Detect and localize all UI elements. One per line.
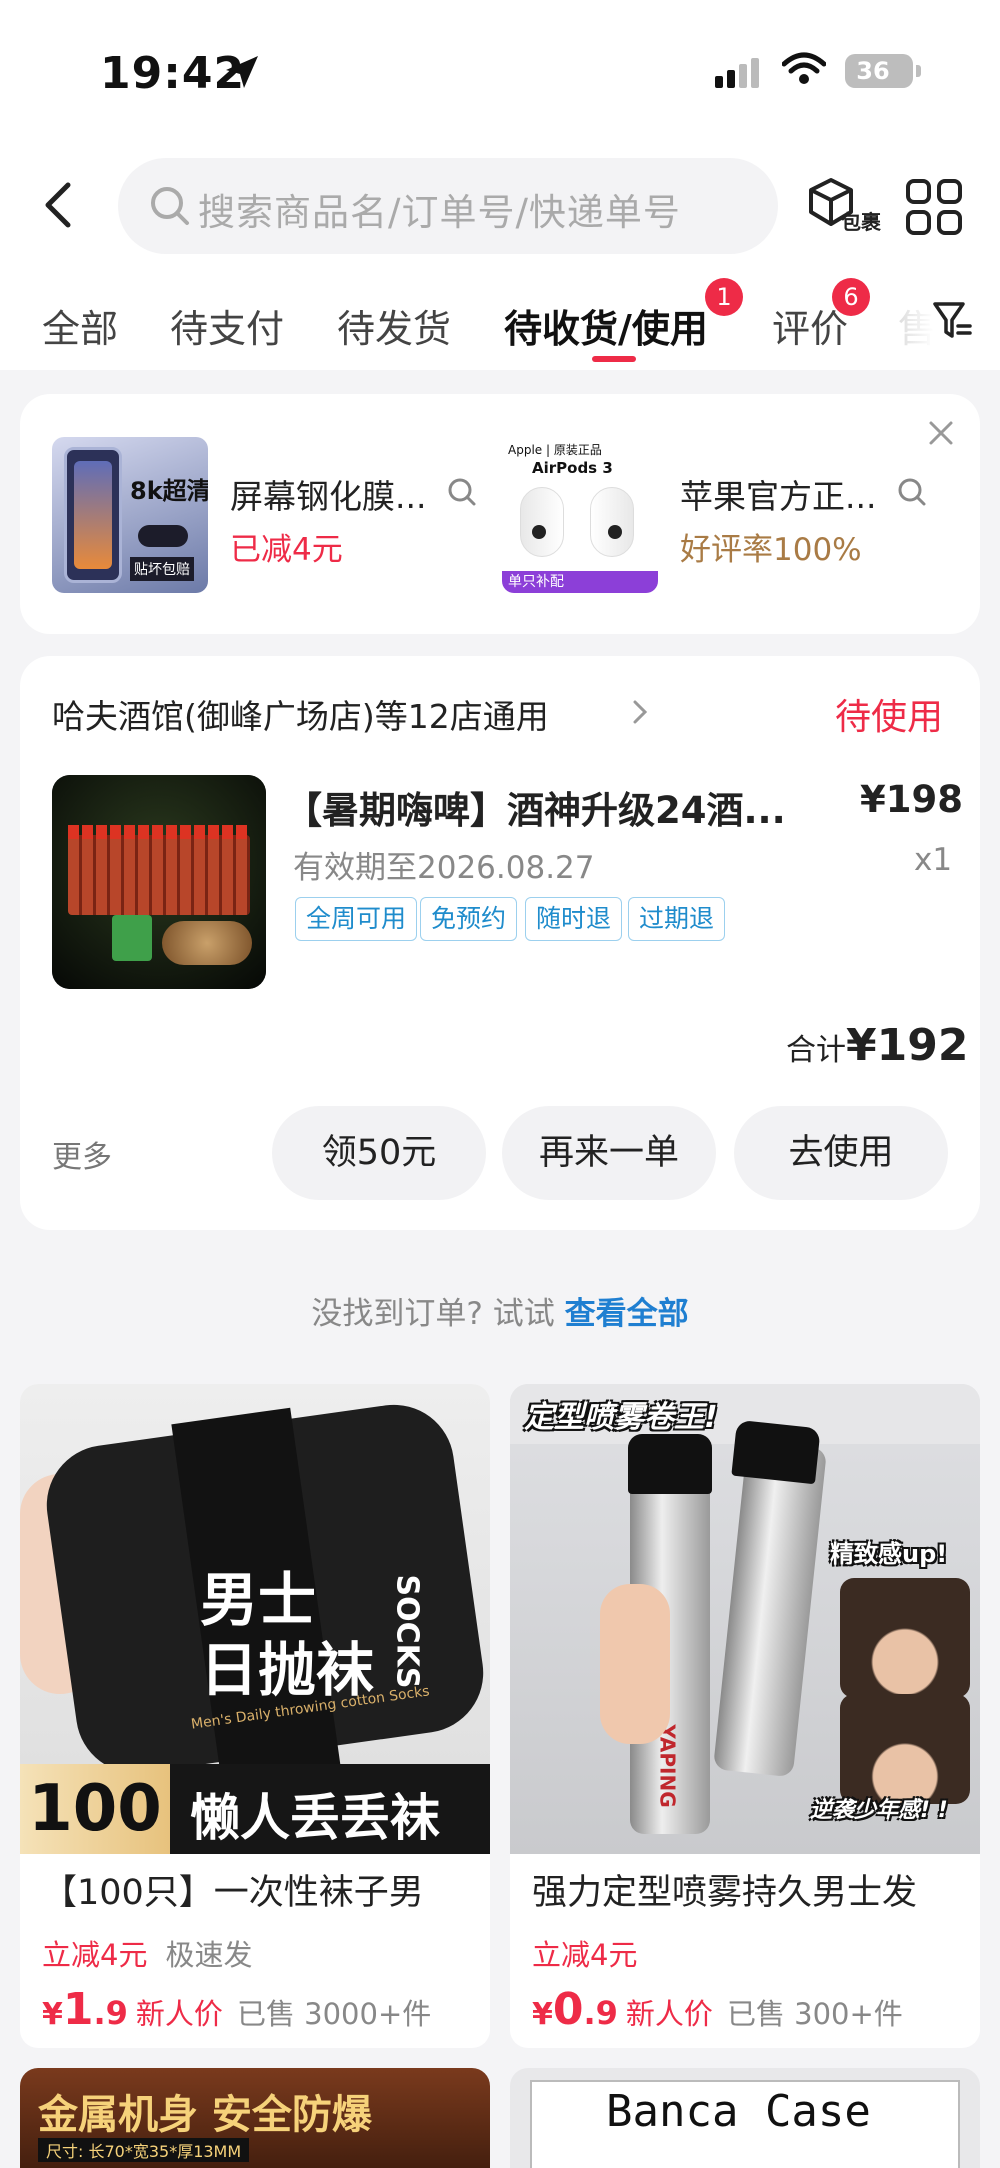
search-icon [151,187,189,225]
chevron-right-icon [633,700,648,724]
product-price: ¥0.9 新人价 已售 300+件 [532,1984,903,2035]
validity-date: 有效期至2026.08.27 [293,850,595,886]
service-tag: 全周可用 [295,897,418,941]
order-tabs: 全部 待支付 待发货 待收货/使用 1 评价 6 售 [0,278,1000,370]
close-icon[interactable] [926,418,956,448]
rec-sub-2: 好评率100% [680,532,862,568]
spray-img-bottom: 逆袭少年感! ! [810,1798,948,1823]
location-arrow-icon [226,56,258,88]
sold-count: 已售 3000+件 [236,1997,432,2031]
use-now-button[interactable]: 去使用 [734,1106,948,1200]
search-placeholder: 搜索商品名/订单号/快递单号 [198,191,681,234]
product-name[interactable]: 【100只】一次性袜子男 [42,1864,424,1915]
order-total: 合计¥192 [786,1020,968,1071]
tab-pending-payment[interactable]: 待支付 [170,298,284,353]
rec-title-1[interactable]: 屏幕钢化膜... [230,470,426,518]
tab-pending-shipment[interactable]: 待发货 [337,298,451,353]
product-card[interactable]: 定型喷雾卷王! YAPING 精致感up! 逆袭少年感! ! 强力定型喷雾持久男… [510,1384,980,2048]
grid-menu-icon[interactable] [905,178,963,236]
banca-case-title: Banca Case [606,2086,871,2137]
airpods-image[interactable]: Apple | 原装正品 AirPods 3 单只补配 [502,437,658,593]
socks-img-count: 100 [20,1764,170,1854]
new-user-price-label: 新人价 [135,1997,223,2031]
not-found-text: 没找到订单? 试试 [311,1296,565,1332]
socks-img-banner: 懒人丢丢袜 [190,1789,440,1847]
view-all-link[interactable]: 查看全部 [565,1296,689,1332]
package-label: 包裹 [841,210,881,234]
active-tab-indicator [592,356,636,362]
rec2-image-brand: Apple | 原装正品 [508,443,602,457]
battery-level: 36 [856,57,890,85]
tab-pending-receipt[interactable]: 待收货/使用 [504,298,708,353]
total-label: 合计 [786,1033,846,1068]
rec-image-sub: 贴坏包赔 [130,557,194,581]
socks-product-image[interactable]: 男士 日抛袜 SOCKS Men's Daily throwing cotton… [20,1384,490,1854]
cellular-signal-icon [715,58,763,88]
battery-icon: 36 [845,54,921,88]
product-title[interactable]: 【暑期嗨啤】酒神升级24酒... [285,780,795,834]
claim-coupon-button[interactable]: 领50元 [272,1106,486,1200]
rec-sub-1: 已减4元 [230,532,343,568]
new-user-price-label: 新人价 [625,1997,713,2031]
total-value: ¥192 [846,1020,969,1071]
product-quantity: x1 [914,842,953,878]
metal-case-size: 尺寸: 长70*宽35*厚13MM [38,2138,250,2162]
sold-count: 已售 300+件 [726,1997,903,2031]
metal-case-banner: 金属机身 安全防爆 [38,2092,372,2138]
service-tag: 过期退 [628,897,726,941]
rec-title-2[interactable]: 苹果官方正... [680,470,876,518]
socks-img-brand: SOCKS [389,1574,425,1689]
search-icon[interactable] [446,476,478,508]
beer-product-image[interactable] [52,775,266,989]
price-integer: 0 [552,1984,584,2035]
status-bar: 19:42 36 [0,0,1000,140]
product-card[interactable]: 男士 日抛袜 SOCKS Men's Daily throwing cotton… [20,1384,490,2048]
price-decimal: .9 [93,1994,128,2032]
product-name[interactable]: 强力定型喷雾持久男士发 [532,1864,917,1915]
reorder-button[interactable]: 再来一单 [502,1106,716,1200]
rec2-image-text: AirPods 3 [532,459,613,477]
socks-img-title-1: 男士 [200,1566,317,1634]
price-decimal: .9 [583,1994,618,2032]
order-status: 待使用 [835,697,944,738]
search-input[interactable]: 搜索商品名/订单号/快递单号 [118,158,778,254]
product-promo: 立减4元 [532,1932,637,1974]
tab-review-badge: 6 [832,278,870,316]
rec-image-text: 8k超清 [130,477,208,505]
product-price: ¥198 [860,778,963,821]
product-price: ¥1.9 新人价 已售 3000+件 [42,1984,431,2035]
price-integer: 1 [62,1984,94,2035]
price-currency: ¥ [42,1997,63,2032]
wifi-icon [782,52,826,84]
service-tag: 随时退 [525,897,623,941]
service-tag: 免预约 [420,897,518,941]
screen-protector-image[interactable]: 8k超清 贴坏包赔 [52,437,208,593]
search-icon[interactable] [896,476,928,508]
spray-img-top: 定型喷雾卷王! [524,1400,718,1435]
hairspray-product-image[interactable]: 定型喷雾卷王! YAPING 精致感up! 逆袭少年感! ! [510,1384,980,1854]
product-card[interactable]: 金属机身 安全防爆 尺寸: 长70*宽35*厚13MM [20,2068,490,2168]
package-button[interactable]: 包裹 [805,176,885,236]
product-card[interactable]: Banca Case [510,2068,980,2168]
product-promo: 立减4元 极速发 [42,1932,252,1974]
promo-discount: 立减4元 [532,1938,638,1972]
filter-icon[interactable] [932,300,972,342]
shop-name-link[interactable]: 哈夫酒馆(御峰广场店)等12店通用 [52,690,549,738]
tab-all[interactable]: 全部 [42,298,118,353]
tab-receipt-badge: 1 [705,278,743,316]
back-arrow-icon[interactable] [30,175,90,235]
rec2-image-sub: 单只补配 [502,571,658,593]
fast-shipping-tag: 极速发 [165,1938,253,1972]
price-currency: ¥ [532,1997,553,2032]
promo-discount: 立减4元 [42,1938,148,1972]
not-found-hint: 没找到订单? 试试 查看全部 [0,1288,1000,1333]
spray-img-right: 精致感up! [830,1540,948,1568]
more-button[interactable]: 更多 [52,1132,112,1176]
